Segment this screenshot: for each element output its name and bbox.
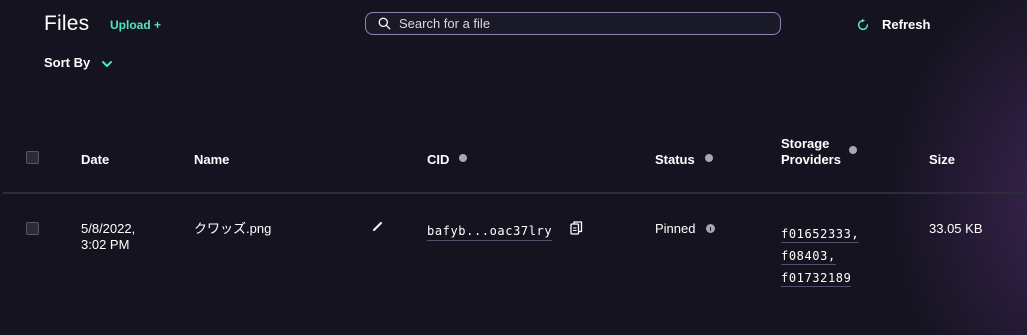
refresh-button[interactable]: Refresh	[856, 17, 930, 32]
provider-item[interactable]: f01652333,	[781, 223, 860, 245]
storage-providers-header-line1: Storage	[781, 136, 830, 151]
copy-icon[interactable]	[570, 221, 583, 235]
sort-by-dropdown[interactable]: Sort By	[44, 55, 113, 70]
provider-item[interactable]: f08403,	[781, 245, 859, 267]
row-date: 5/8/2022, 3:02 PM	[81, 221, 135, 253]
row-cid[interactable]: bafyb...oac37lry	[427, 223, 553, 241]
row-storage-providers: f01652333, f08403, f01732189	[781, 223, 860, 289]
column-header-storage-providers[interactable]: Storage Providers	[781, 136, 841, 168]
search-icon	[378, 17, 391, 30]
provider-item[interactable]: f01732189	[781, 267, 859, 289]
storage-providers-info-icon[interactable]	[849, 146, 857, 154]
select-all-checkbox[interactable]	[26, 151, 39, 164]
column-header-date[interactable]: Date	[81, 152, 109, 167]
header-divider	[3, 192, 1027, 194]
column-header-status[interactable]: Status	[655, 152, 695, 167]
storage-providers-header-line2: Providers	[781, 152, 841, 167]
row-checkbox[interactable]	[26, 222, 39, 235]
search-bar[interactable]	[365, 12, 781, 35]
row-file-name: クワッズ.png	[194, 221, 272, 236]
pencil-icon[interactable]	[372, 220, 384, 232]
row-date-line2: 3:02 PM	[81, 237, 130, 252]
column-header-name[interactable]: Name	[194, 152, 229, 167]
chevron-down-icon	[102, 60, 113, 67]
row-date-line1: 5/8/2022,	[81, 221, 136, 236]
column-header-cid[interactable]: CID	[427, 152, 449, 167]
search-input[interactable]	[399, 16, 759, 31]
upload-button[interactable]: Upload +	[110, 18, 161, 32]
row-size: 33.05 KB	[929, 221, 983, 236]
status-info-icon[interactable]	[706, 224, 715, 233]
status-info-icon[interactable]	[705, 154, 713, 162]
column-header-size[interactable]: Size	[929, 152, 955, 167]
refresh-label: Refresh	[882, 17, 931, 32]
sort-by-label: Sort By	[44, 55, 91, 70]
row-status: Pinned	[655, 221, 696, 236]
refresh-icon	[857, 18, 869, 30]
cid-info-icon[interactable]	[459, 154, 467, 162]
page-title: Files	[44, 12, 90, 35]
